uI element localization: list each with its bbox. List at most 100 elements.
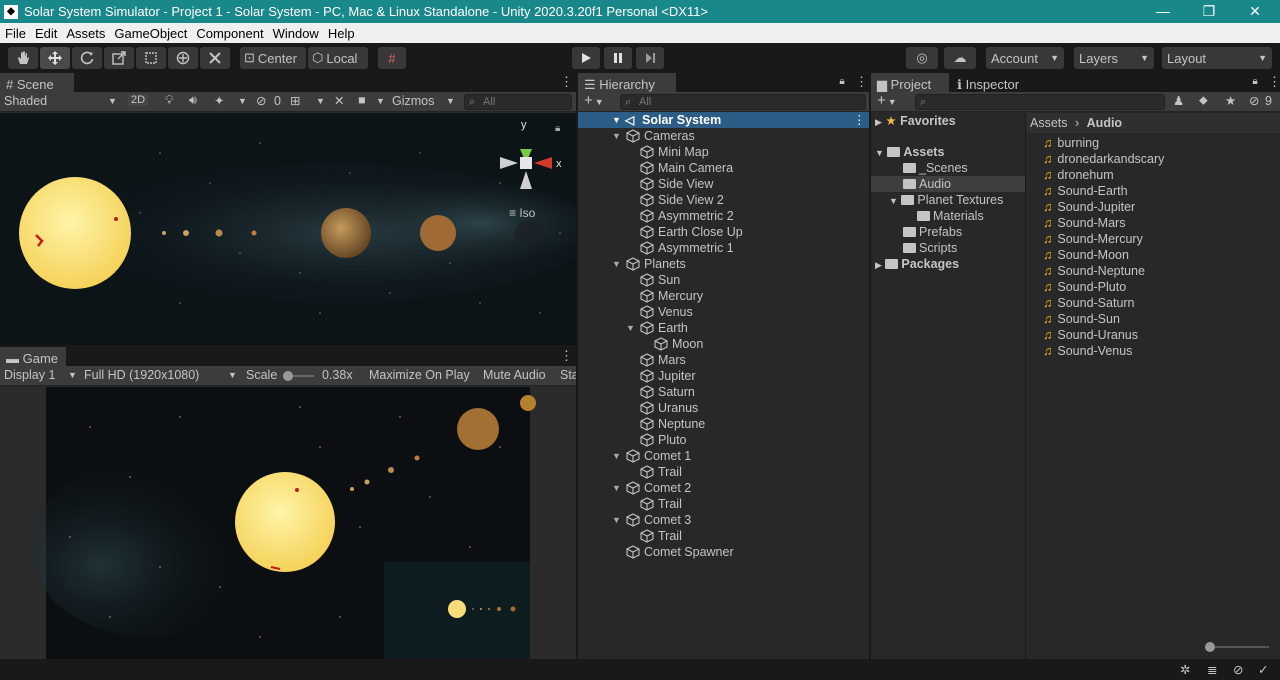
maximize-on-play-toggle[interactable]: Maximize On Play: [369, 368, 470, 382]
hierarchy-item-side-view[interactable]: Side View: [578, 176, 868, 192]
hierarchy-item-sun[interactable]: Sun: [578, 272, 868, 288]
menu-assets[interactable]: Assets: [61, 26, 109, 41]
asset-item[interactable]: ♫ Sound-Mars: [1043, 215, 1125, 231]
debug-bug-icon[interactable]: ✲: [1180, 662, 1190, 677]
layout-dropdown[interactable]: Layout ▼: [1162, 47, 1272, 69]
display-dropdown[interactable]: Display 1: [4, 368, 55, 382]
rotate-tool-icon[interactable]: [72, 47, 102, 69]
asset-item[interactable]: ♫ Sound-Uranus: [1043, 327, 1138, 343]
lock-icon[interactable]: 🔒︎: [1252, 75, 1258, 89]
stats-toggle[interactable]: Sta: [560, 368, 576, 382]
hierarchy-item-jupiter[interactable]: Jupiter: [578, 368, 868, 384]
icon-size-slider[interactable]: [1205, 642, 1269, 652]
game-viewport[interactable]: [0, 387, 576, 659]
projection-label[interactable]: ≡ Iso: [509, 206, 536, 220]
minimize-button[interactable]: —: [1140, 0, 1186, 23]
hierarchy-item-mercury[interactable]: Mercury: [578, 288, 868, 304]
hierarchy-item-uranus[interactable]: Uranus: [578, 400, 868, 416]
rect-tool-icon[interactable]: [136, 47, 166, 69]
asset-item[interactable]: ♫ dronedarkandscary: [1043, 151, 1164, 167]
assets-row[interactable]: ▼ Assets: [875, 144, 944, 160]
hierarchy-item-venus[interactable]: Venus: [578, 304, 868, 320]
hierarchy-item-earth-close-up[interactable]: Earth Close Up: [578, 224, 868, 240]
asset-item[interactable]: ♫ Sound-Moon: [1043, 247, 1129, 263]
hierarchy-item-asymmetric-2[interactable]: Asymmetric 2: [578, 208, 868, 224]
panel-menu-icon[interactable]: ⋮: [1268, 75, 1280, 89]
hand-tool-icon[interactable]: [8, 47, 38, 69]
icon-size-slider-handle[interactable]: [1205, 642, 1215, 652]
row-menu-icon[interactable]: ⋮: [853, 112, 866, 128]
play-button[interactable]: [572, 47, 600, 69]
close-button[interactable]: ✕: [1232, 0, 1278, 23]
hierarchy-item-asymmetric-1[interactable]: Asymmetric 1: [578, 240, 868, 256]
create-asset-button[interactable]: + ▼: [877, 92, 897, 109]
hierarchy-item-side-view-2[interactable]: Side View 2: [578, 192, 868, 208]
filter-type-icon[interactable]: ♟: [1173, 93, 1184, 108]
menu-edit[interactable]: Edit: [30, 26, 61, 41]
cloud-icon[interactable]: ☁: [944, 47, 976, 69]
panel-menu-icon[interactable]: ⋮: [855, 75, 868, 89]
folder-scenes[interactable]: _Scenes: [903, 160, 968, 176]
menu-file[interactable]: File: [0, 26, 30, 41]
hierarchy-item-comet-1[interactable]: ▼ Comet 1: [578, 448, 868, 464]
pivot-center-toggle[interactable]: ⊡ Center: [240, 47, 306, 69]
lock-icon[interactable]: 🔒︎: [839, 75, 845, 89]
grid-toggle-icon[interactable]: ⊞: [290, 93, 300, 108]
panel-menu-icon[interactable]: ⋮: [560, 349, 573, 363]
move-tool-icon[interactable]: [40, 47, 70, 69]
hierarchy-item-neptune[interactable]: Neptune: [578, 416, 868, 432]
add-object-button[interactable]: + ▼: [584, 92, 604, 109]
resolution-dropdown[interactable]: Full HD (1920x1080): [84, 368, 199, 382]
scene-viewport[interactable]: y x ≡ Iso 🔒︎: [0, 113, 576, 345]
expand-arrow-icon[interactable]: ▼: [612, 480, 622, 496]
favorites-star-icon[interactable]: ★: [1225, 93, 1236, 108]
toggle-2d-button[interactable]: 2D: [128, 94, 149, 106]
packages-row[interactable]: ▶ Packages: [875, 256, 959, 272]
menu-component[interactable]: Component: [191, 26, 267, 41]
hierarchy-item-comet-1-trail[interactable]: Trail: [578, 464, 868, 480]
account-dropdown[interactable]: Account ▼: [986, 47, 1064, 69]
maximize-button[interactable]: ❐: [1186, 0, 1232, 23]
hidden-objects-icon[interactable]: ⊘: [256, 93, 266, 108]
hierarchy-item-moon[interactable]: Moon: [578, 336, 868, 352]
hierarchy-item-mars[interactable]: Mars: [578, 352, 868, 368]
menu-help[interactable]: Help: [323, 26, 359, 41]
tab-scene[interactable]: # Scene: [0, 73, 74, 92]
asset-item[interactable]: ♫ Sound-Mercury: [1043, 231, 1143, 247]
hierarchy-item-cameras[interactable]: ▼ Cameras: [578, 128, 868, 144]
scale-tool-icon[interactable]: [104, 47, 134, 69]
hidden-packages-icon[interactable]: ⊘: [1249, 93, 1259, 108]
asset-item[interactable]: ♫ Sound-Neptune: [1043, 263, 1145, 279]
project-search-input[interactable]: ⌕: [915, 94, 1165, 110]
breadcrumb-assets[interactable]: Assets: [1030, 116, 1068, 130]
step-button[interactable]: [636, 47, 664, 69]
asset-item[interactable]: ♫ Sound-Jupiter: [1043, 199, 1135, 215]
filter-label-icon[interactable]: ⬥: [1199, 93, 1208, 108]
auto-generate-icon[interactable]: ⊘: [1233, 662, 1243, 677]
pause-button[interactable]: [604, 47, 632, 69]
layers-dropdown[interactable]: Layers ▼: [1074, 47, 1154, 69]
scale-slider[interactable]: [283, 371, 314, 381]
expand-arrow-icon[interactable]: ▶: [875, 260, 882, 270]
expand-arrow-icon[interactable]: ▼: [612, 112, 621, 128]
project-divider[interactable]: [1025, 113, 1026, 659]
expand-arrow-icon[interactable]: ▶: [875, 117, 882, 127]
folder-materials[interactable]: Materials: [917, 208, 984, 224]
scene-root-row[interactable]: ▼ ◁ Solar System ⋮: [578, 112, 869, 128]
lighting-icon[interactable]: 💡︎: [165, 93, 174, 108]
tools-icon[interactable]: ✕: [334, 93, 344, 108]
hierarchy-item-comet-3-trail[interactable]: Trail: [578, 528, 868, 544]
effects-icon[interactable]: ✦: [214, 93, 224, 108]
grid-snap-icon[interactable]: #: [378, 47, 406, 69]
lock-icon[interactable]: 🔒︎: [555, 123, 560, 134]
asset-item[interactable]: ♫ Sound-Pluto: [1043, 279, 1126, 295]
scene-search-input[interactable]: ⌕ All: [464, 94, 572, 110]
menu-gameobject[interactable]: GameObject: [109, 26, 191, 41]
camera-icon[interactable]: ■: [358, 93, 366, 107]
folder-planet-textures[interactable]: ▼ Planet Textures: [889, 192, 1003, 208]
asset-item[interactable]: ♫ Sound-Venus: [1043, 343, 1132, 359]
folder-prefabs[interactable]: Prefabs: [903, 224, 962, 240]
asset-item[interactable]: ♫ Sound-Sun: [1043, 311, 1120, 327]
hierarchy-item-planets[interactable]: ▼ Planets: [578, 256, 868, 272]
layers-stack-icon[interactable]: ≣: [1207, 662, 1217, 677]
